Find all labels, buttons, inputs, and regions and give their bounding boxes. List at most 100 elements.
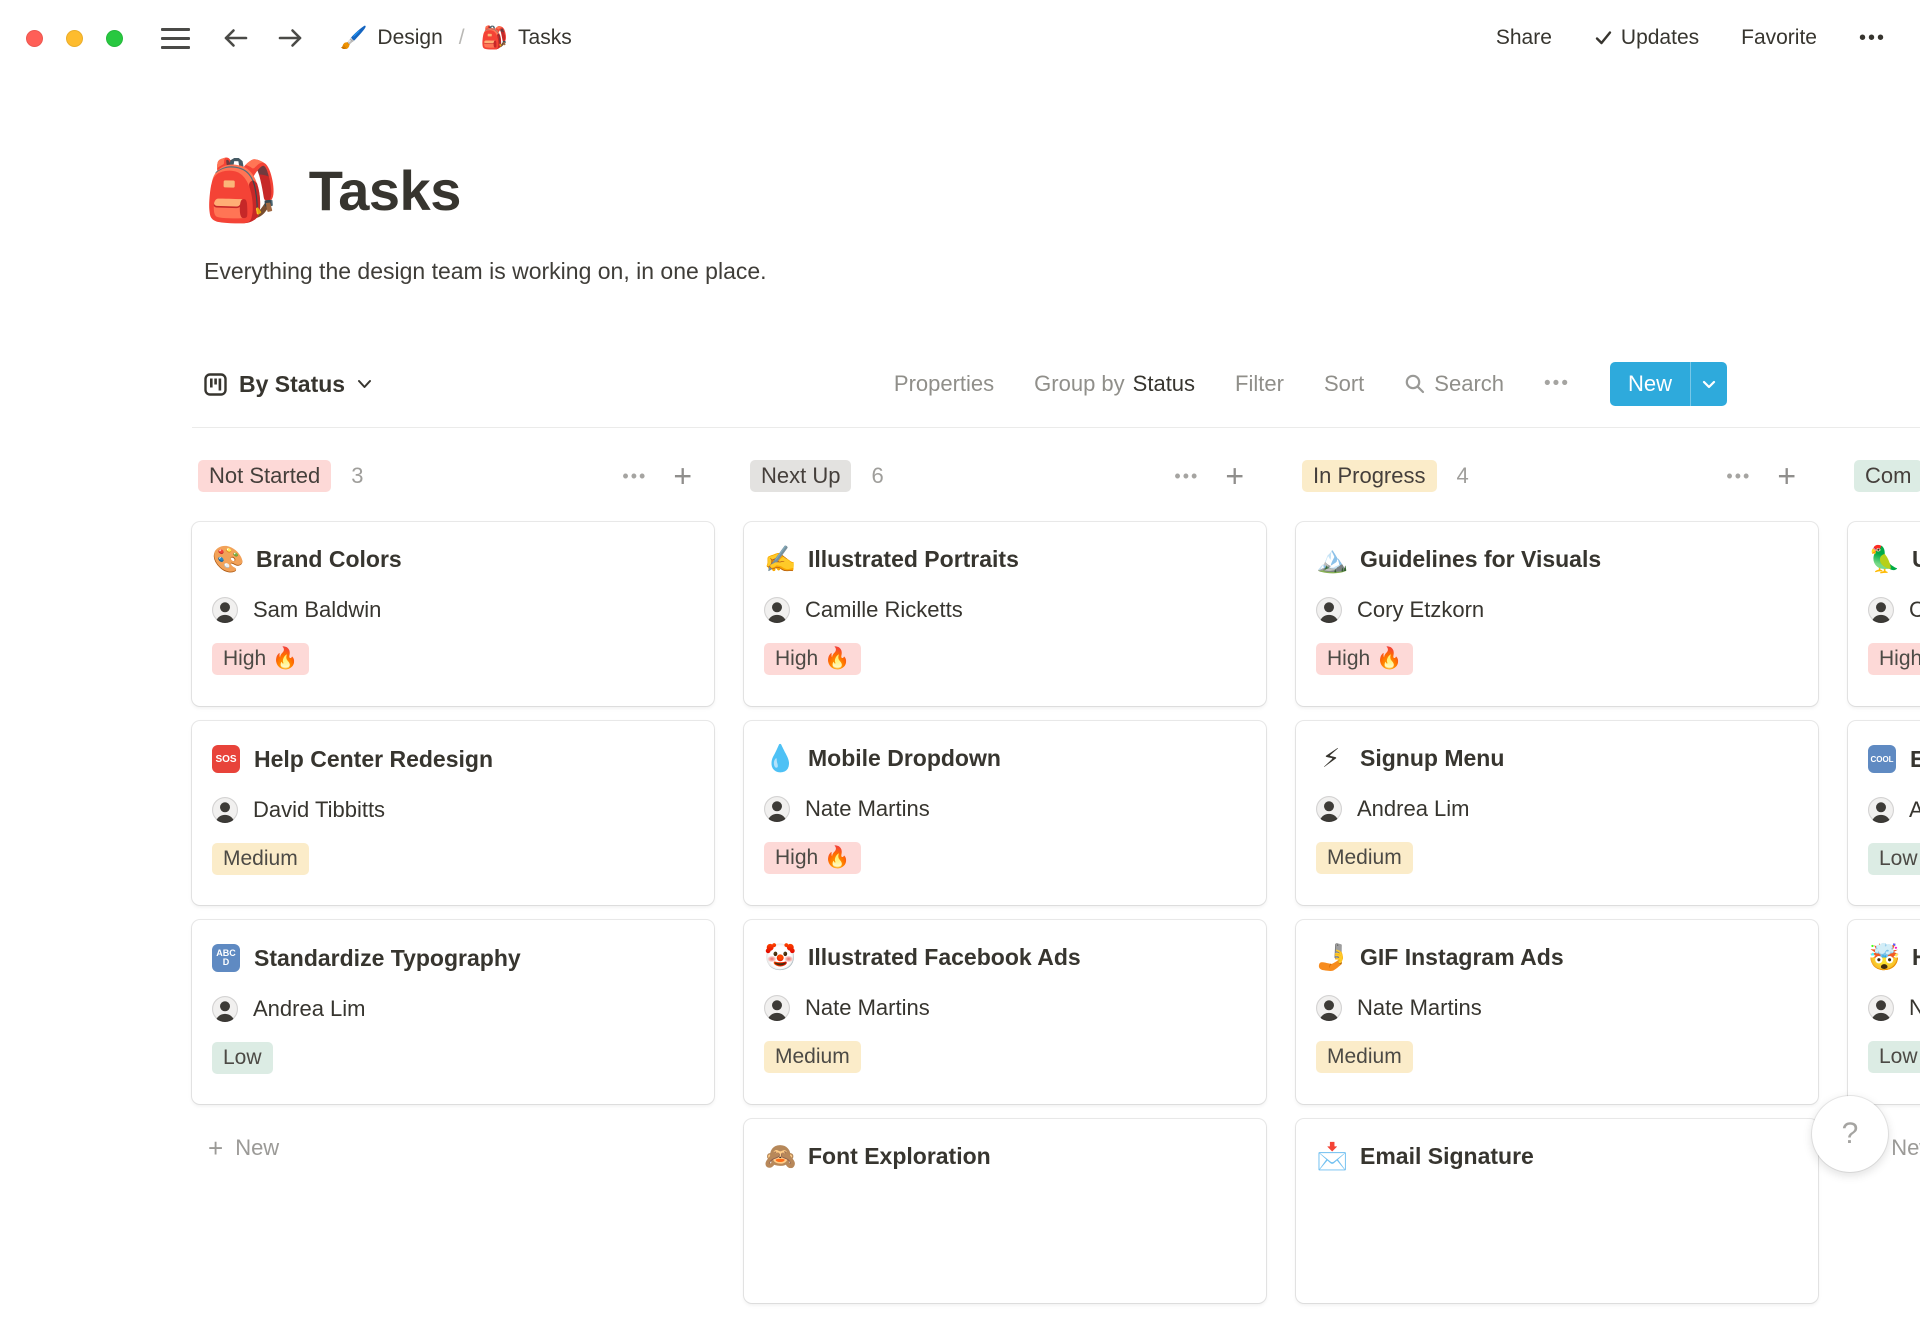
task-card[interactable]: 🤳 GIF Instagram Ads Nate Martins Medium xyxy=(1296,920,1818,1104)
priority-badge: Medium xyxy=(1316,1041,1413,1073)
chevron-down-icon xyxy=(358,380,372,388)
check-icon xyxy=(1595,31,1612,45)
group-by-button[interactable]: Group by Status xyxy=(1034,371,1195,397)
column-add-icon[interactable]: + xyxy=(673,460,692,492)
priority-badge: High 🔥 xyxy=(1868,643,1920,675)
sidebar-menu-icon[interactable] xyxy=(161,27,190,49)
breadcrumb-separator: / xyxy=(458,26,465,49)
new-button-dropdown[interactable] xyxy=(1690,362,1727,406)
sort-button[interactable]: Sort xyxy=(1324,371,1364,397)
task-card[interactable]: ⚡ Signup Menu Andrea Lim Medium xyxy=(1296,721,1818,905)
priority-badge: High 🔥 xyxy=(212,643,310,675)
avatar xyxy=(1316,995,1342,1021)
view-switcher-by-status[interactable]: By Status xyxy=(204,371,372,398)
minimize-window-button[interactable] xyxy=(66,29,83,47)
view-more-options-icon[interactable]: ••• xyxy=(1544,373,1570,395)
traffic-lights xyxy=(26,29,123,47)
task-card[interactable]: 🙈 Font Exploration xyxy=(744,1119,1266,1303)
filter-button[interactable]: Filter xyxy=(1235,371,1284,397)
help-button[interactable]: ? xyxy=(1812,1096,1888,1172)
priority-badge: Medium xyxy=(1316,842,1413,874)
page-icon-backpack[interactable]: 🎒 xyxy=(204,161,279,221)
page-subtitle[interactable]: Everything the design team is working on… xyxy=(204,258,767,285)
avatar xyxy=(1868,995,1894,1021)
assignee-name: A xyxy=(1909,797,1920,822)
droplet-icon: 💧 xyxy=(764,743,797,774)
priority-badge: Medium xyxy=(764,1041,861,1073)
forward-arrow-icon[interactable] xyxy=(275,23,306,53)
sos-icon: SOS xyxy=(212,745,240,773)
board-column-in-progress: In Progress 4 ••• + 🏔️ Guidelines for Vi… xyxy=(1296,452,1818,1318)
add-card-button[interactable]: + New xyxy=(192,1128,714,1168)
more-options-icon[interactable]: ••• xyxy=(1859,27,1886,50)
updates-button[interactable]: Updates xyxy=(1594,26,1699,50)
favorite-button[interactable]: Favorite xyxy=(1741,26,1817,50)
search-button[interactable]: Search xyxy=(1404,371,1504,397)
task-title: Illustrated Portraits xyxy=(808,546,1019,572)
avatar xyxy=(764,995,790,1021)
task-card[interactable]: 🎨 Brand Colors Sam Baldwin High 🔥 xyxy=(192,522,714,706)
assignee-name: Cory Etzkorn xyxy=(1357,597,1485,622)
new-button[interactable]: New xyxy=(1610,362,1690,406)
assignee-name: N xyxy=(1909,995,1920,1020)
task-card[interactable]: 🤡 Illustrated Facebook Ads Nate Martins … xyxy=(744,920,1266,1104)
cool-icon: COOL xyxy=(1868,745,1896,773)
task-card[interactable]: 📩 Email Signature xyxy=(1296,1119,1818,1303)
clown-icon: 🤡 xyxy=(764,942,797,973)
task-card[interactable]: COOL E A Low xyxy=(1848,721,1920,905)
task-title: Email Signature xyxy=(1360,1143,1534,1169)
board-column-completed: Com 🦜 U C High 🔥 COOL E A Low xyxy=(1848,452,1920,1318)
column-status-badge[interactable]: Not Started xyxy=(198,460,332,492)
priority-badge: Low xyxy=(1868,1041,1920,1073)
close-window-button[interactable] xyxy=(26,29,43,47)
column-count: 4 xyxy=(1456,463,1469,488)
column-status-badge[interactable]: Com xyxy=(1854,460,1920,492)
column-more-icon[interactable]: ••• xyxy=(1174,466,1199,487)
task-title: H xyxy=(1912,944,1920,971)
column-status-badge[interactable]: Next Up xyxy=(750,460,852,492)
avatar xyxy=(1868,597,1894,623)
task-card[interactable]: ✍️ Illustrated Portraits Camille Rickett… xyxy=(744,522,1266,706)
task-title: Help Center Redesign xyxy=(254,745,493,772)
column-status-badge[interactable]: In Progress xyxy=(1302,460,1437,492)
view-switcher-label: By Status xyxy=(239,370,346,397)
page-title[interactable]: Tasks xyxy=(309,158,462,223)
chevron-down-icon xyxy=(1702,380,1716,388)
task-title: Font Exploration xyxy=(808,1143,991,1169)
priority-badge: High 🔥 xyxy=(764,842,862,874)
selfie-icon: 🤳 xyxy=(1316,942,1349,973)
properties-button[interactable]: Properties xyxy=(894,371,994,397)
priority-badge: High 🔥 xyxy=(764,643,862,675)
breadcrumb: 🖌️ Design / 🎒 Tasks xyxy=(340,26,572,51)
view-toolbar: By Status Properties Group by Status Fil… xyxy=(204,362,1727,406)
add-card-label: New xyxy=(1891,1135,1920,1160)
share-button[interactable]: Share xyxy=(1496,26,1552,50)
task-card[interactable]: ABCD Standardize Typography Andrea Lim L… xyxy=(192,920,714,1104)
column-count: 3 xyxy=(351,463,364,488)
exploding-head-icon: 🤯 xyxy=(1868,942,1901,973)
breadcrumb-item-design[interactable]: 🖌️ Design xyxy=(340,26,443,51)
breadcrumb-item-tasks[interactable]: 🎒 Tasks xyxy=(481,26,572,51)
task-card[interactable]: 🦜 U C High 🔥 xyxy=(1848,522,1920,706)
task-card[interactable]: 🏔️ Guidelines for Visuals Cory Etzkorn H… xyxy=(1296,522,1818,706)
avatar xyxy=(764,796,790,822)
task-card[interactable]: SOS Help Center Redesign David Tibbitts … xyxy=(192,721,714,905)
assignee-name: C xyxy=(1909,597,1920,622)
envelope-arrow-icon: 📩 xyxy=(1316,1141,1349,1172)
column-add-icon[interactable]: + xyxy=(1225,460,1244,492)
task-card[interactable]: 💧 Mobile Dropdown Nate Martins High 🔥 xyxy=(744,721,1266,905)
task-card[interactable]: 🤯 H N Low xyxy=(1848,920,1920,1104)
zoom-window-button[interactable] xyxy=(106,29,123,47)
assignee-name: David Tibbitts xyxy=(253,797,386,822)
group-by-label: Group by xyxy=(1034,371,1125,396)
column-add-icon[interactable]: + xyxy=(1777,460,1796,492)
priority-badge: Low xyxy=(1868,843,1920,875)
task-title: U xyxy=(1912,546,1920,573)
column-more-icon[interactable]: ••• xyxy=(1726,466,1751,487)
lightning-icon: ⚡ xyxy=(1321,743,1341,774)
back-arrow-icon[interactable] xyxy=(220,23,251,53)
assignee-name: Nate Martins xyxy=(805,796,930,821)
new-button-group: New xyxy=(1609,362,1727,406)
window-topbar: 🖌️ Design / 🎒 Tasks Share Updates Favori… xyxy=(0,0,1920,76)
column-more-icon[interactable]: ••• xyxy=(622,466,647,487)
